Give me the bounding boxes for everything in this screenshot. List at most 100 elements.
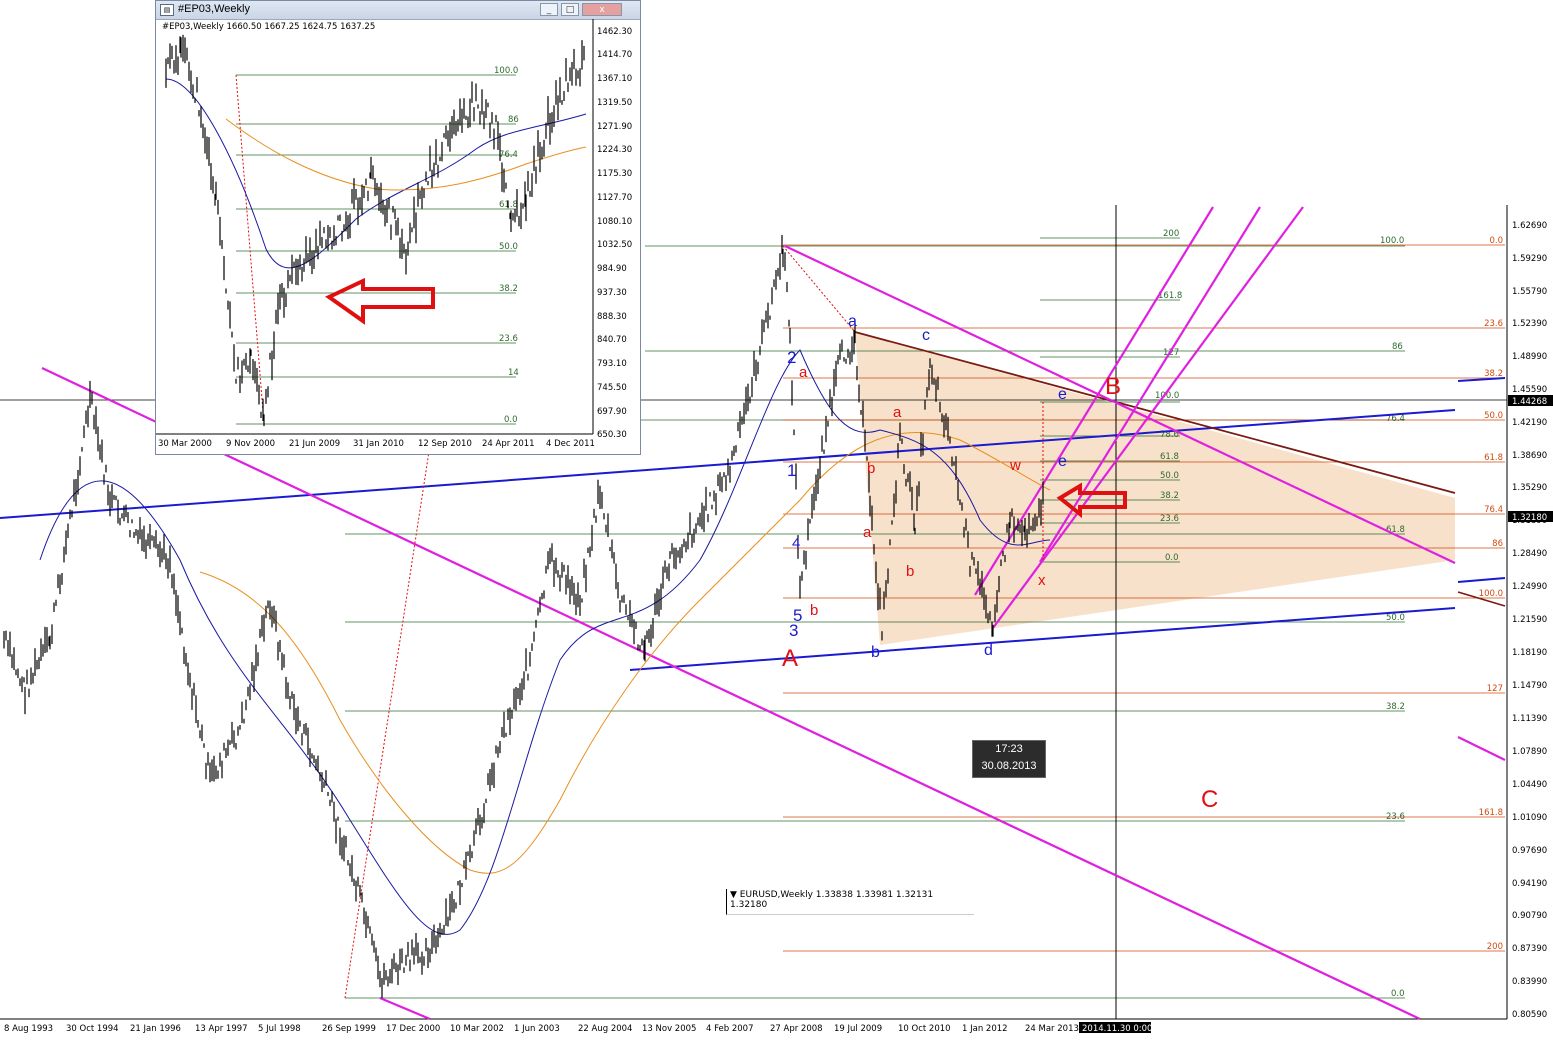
svg-text:1319.50: 1319.50 bbox=[597, 98, 632, 108]
svg-text:50.0: 50.0 bbox=[1160, 471, 1179, 481]
minimize-button[interactable]: _ bbox=[540, 3, 558, 16]
svg-text:1032.50: 1032.50 bbox=[597, 240, 632, 250]
crosshair-tooltip: 17:23 30.08.2013 bbox=[972, 740, 1046, 778]
svg-text:984.90: 984.90 bbox=[597, 264, 627, 274]
svg-text:888.30: 888.30 bbox=[597, 312, 627, 322]
wave-label-red-B: B bbox=[1105, 373, 1121, 400]
chart-menu-icon[interactable]: ▼ bbox=[730, 890, 737, 900]
time-axis-labels: 8 Aug 1993 30 Oct 1994 21 Jan 1996 13 Ap… bbox=[4, 1024, 1079, 1034]
svg-text:1.59290: 1.59290 bbox=[1512, 254, 1547, 264]
svg-text:1.04490: 1.04490 bbox=[1512, 780, 1547, 790]
tooltip-time: 17:23 bbox=[995, 743, 1023, 755]
svg-text:0.83990: 0.83990 bbox=[1512, 977, 1547, 987]
svg-text:1.42190: 1.42190 bbox=[1512, 418, 1547, 428]
svg-text:937.30: 937.30 bbox=[597, 288, 627, 298]
svg-text:38.2: 38.2 bbox=[499, 284, 518, 294]
svg-text:30 Oct 1994: 30 Oct 1994 bbox=[66, 1024, 119, 1034]
svg-text:23.6: 23.6 bbox=[1160, 514, 1179, 524]
svg-text:0.90790: 0.90790 bbox=[1512, 911, 1547, 921]
wave-label-blue-c: c bbox=[922, 327, 930, 344]
svg-text:1080.10: 1080.10 bbox=[597, 217, 632, 227]
inset-title: #EP03,Weekly bbox=[178, 3, 250, 15]
svg-text:38.2: 38.2 bbox=[1386, 702, 1405, 712]
svg-text:1.11390: 1.11390 bbox=[1512, 714, 1547, 724]
svg-text:650.30: 650.30 bbox=[597, 430, 627, 440]
svg-text:4 Dec 2011: 4 Dec 2011 bbox=[546, 439, 595, 449]
fib-red-labels: 0.0 23.6 38.2 50.0 61.8 76.4 86 100.0 12… bbox=[1479, 236, 1503, 952]
svg-text:38.2: 38.2 bbox=[1160, 491, 1179, 501]
svg-text:1.38690: 1.38690 bbox=[1512, 451, 1547, 461]
svg-text:840.70: 840.70 bbox=[597, 335, 627, 345]
svg-text:23.6: 23.6 bbox=[1484, 319, 1503, 329]
svg-text:13 Nov 2005: 13 Nov 2005 bbox=[642, 1024, 696, 1034]
close-button[interactable]: x bbox=[582, 3, 622, 16]
svg-text:86: 86 bbox=[508, 115, 519, 125]
svg-text:76.4: 76.4 bbox=[499, 150, 518, 160]
svg-text:1.35290: 1.35290 bbox=[1512, 483, 1547, 493]
symbol-info-panel: ▼ EURUSD,Weekly 1.33838 1.33981 1.32131 … bbox=[726, 889, 974, 915]
svg-text:26 Sep 1999: 26 Sep 1999 bbox=[322, 1024, 376, 1034]
svg-text:200: 200 bbox=[1163, 229, 1179, 239]
inset-price-chart[interactable]: #EP03,Weekly 1660.50 1667.25 1624.75 163… bbox=[156, 19, 640, 454]
svg-text:1127.70: 1127.70 bbox=[597, 193, 632, 203]
svg-text:17 Dec 2000: 17 Dec 2000 bbox=[386, 1024, 440, 1034]
svg-text:1367.10: 1367.10 bbox=[597, 74, 632, 84]
price-axis-labels: 1.62690 1.59290 1.55790 1.52390 1.48990 … bbox=[1512, 221, 1547, 1020]
wave-label-red-x: x bbox=[1038, 572, 1046, 589]
inset-header-info: #EP03,Weekly 1660.50 1667.25 1624.75 163… bbox=[162, 22, 375, 32]
svg-text:0.0: 0.0 bbox=[504, 415, 518, 425]
svg-text:4 Feb 2007: 4 Feb 2007 bbox=[706, 1024, 754, 1034]
inset-time-axis-labels: 30 Mar 2000 9 Nov 2000 21 Jun 2009 31 Ja… bbox=[158, 439, 595, 449]
svg-text:23.6: 23.6 bbox=[499, 334, 518, 344]
crosshair-price-label: 1.44268 bbox=[1512, 397, 1547, 407]
wave-label-blue-e1: e bbox=[1058, 386, 1067, 403]
svg-text:1.14790: 1.14790 bbox=[1512, 681, 1547, 691]
wave-label-blue-4: 4 bbox=[792, 535, 800, 552]
inset-chart-window[interactable]: ▤ #EP03,Weekly _ □ x #EP03,Weekly 1660.5… bbox=[155, 0, 641, 455]
wave-label-blue-3: 3 bbox=[789, 621, 798, 640]
crosshair-time-label: 2014.11.30 0:00 bbox=[1082, 1024, 1152, 1034]
svg-text:76.4: 76.4 bbox=[1484, 505, 1503, 515]
svg-text:50.0: 50.0 bbox=[499, 242, 518, 252]
wave-label-blue-2: 2 bbox=[787, 348, 796, 367]
svg-text:30 Mar 2000: 30 Mar 2000 bbox=[158, 439, 212, 449]
svg-text:0.0: 0.0 bbox=[1391, 989, 1405, 999]
svg-text:100.0: 100.0 bbox=[494, 66, 518, 76]
svg-text:23.6: 23.6 bbox=[1386, 812, 1405, 822]
svg-text:1414.70: 1414.70 bbox=[597, 50, 632, 60]
svg-text:1.45590: 1.45590 bbox=[1512, 385, 1547, 395]
svg-text:10 Oct 2010: 10 Oct 2010 bbox=[898, 1024, 951, 1034]
svg-text:27 Apr 2008: 27 Apr 2008 bbox=[770, 1024, 823, 1034]
svg-text:50.0: 50.0 bbox=[1484, 411, 1503, 421]
inset-fib-labels: 100.0 86 76.4 61.8 50.0 38.2 23.6 14 0.0 bbox=[494, 66, 519, 425]
svg-text:1.62690: 1.62690 bbox=[1512, 221, 1547, 231]
svg-text:19 Jul 2009: 19 Jul 2009 bbox=[834, 1024, 882, 1034]
svg-text:697.90: 697.90 bbox=[597, 407, 627, 417]
svg-text:22 Aug 2004: 22 Aug 2004 bbox=[578, 1024, 632, 1034]
svg-text:86: 86 bbox=[1492, 539, 1503, 549]
maximize-button[interactable]: □ bbox=[561, 3, 579, 16]
svg-text:86: 86 bbox=[1392, 342, 1403, 352]
inset-titlebar[interactable]: ▤ #EP03,Weekly _ □ x bbox=[156, 1, 640, 20]
svg-text:14: 14 bbox=[508, 368, 519, 378]
wave-label-blue-b: b bbox=[871, 644, 880, 661]
wave-label-red-a3: a bbox=[863, 524, 872, 541]
svg-text:0.80590: 0.80590 bbox=[1512, 1010, 1547, 1020]
chart-window-icon: ▤ bbox=[160, 4, 174, 16]
svg-text:1.01090: 1.01090 bbox=[1512, 813, 1547, 823]
wave-label-red-w: w bbox=[1009, 457, 1021, 474]
wave-label-red-b3: b bbox=[810, 602, 818, 619]
svg-text:0.97690: 0.97690 bbox=[1512, 846, 1547, 856]
svg-text:9 Nov 2000: 9 Nov 2000 bbox=[226, 439, 275, 449]
svg-text:5 Jul 1998: 5 Jul 1998 bbox=[258, 1024, 301, 1034]
svg-text:24 Mar 2013: 24 Mar 2013 bbox=[1025, 1024, 1079, 1034]
wave-label-red-a1: a bbox=[799, 364, 808, 381]
svg-text:61.8: 61.8 bbox=[1484, 453, 1503, 463]
svg-text:161.8: 161.8 bbox=[1479, 808, 1503, 818]
svg-text:1271.90: 1271.90 bbox=[597, 122, 632, 132]
wave-label-red-b1: b bbox=[867, 460, 875, 477]
symbol-info-text: EURUSD,Weekly 1.33838 1.33981 1.32131 1.… bbox=[730, 890, 934, 910]
svg-text:61.8: 61.8 bbox=[1160, 452, 1179, 462]
svg-text:31 Jan 2010: 31 Jan 2010 bbox=[353, 439, 404, 449]
svg-text:21 Jun 2009: 21 Jun 2009 bbox=[289, 439, 340, 449]
